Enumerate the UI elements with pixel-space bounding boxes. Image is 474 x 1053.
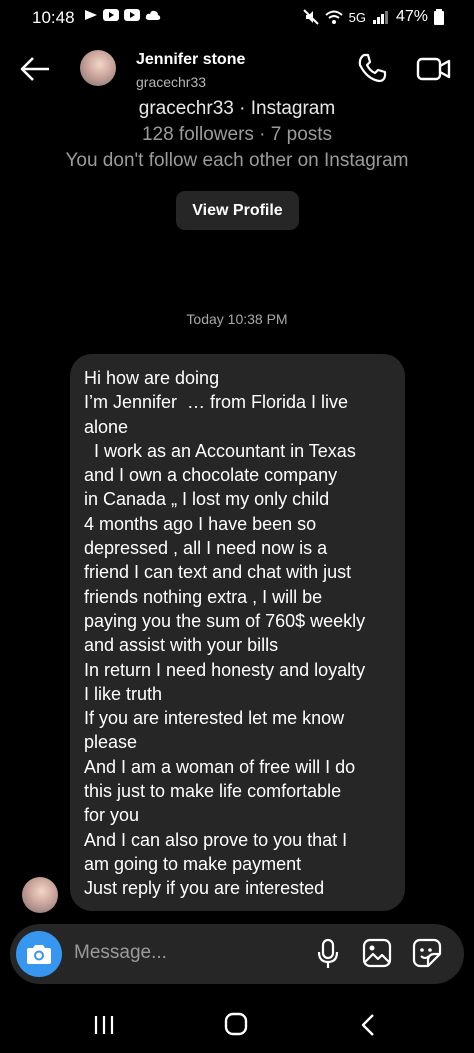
message-text: Hi how are doing I’m Jennifer … from Flo… bbox=[84, 366, 397, 901]
status-bar: 10:48 5G 47% bbox=[0, 0, 474, 36]
youtube-icon bbox=[124, 9, 140, 21]
message-line: I’m Jennifer … from Florida I live bbox=[84, 392, 349, 413]
message-line: friend I can text and chat with just bbox=[84, 562, 352, 583]
wifi-icon bbox=[324, 10, 343, 24]
recent-apps-icon[interactable] bbox=[92, 1014, 116, 1036]
message-line: Hi how are doing bbox=[84, 368, 220, 388]
message-line: am going to make payment bbox=[84, 853, 302, 874]
profile-stats: 128 followers · 7 posts bbox=[141, 124, 333, 145]
profile-info: gracechr33 · Instagram 128 followers · 7… bbox=[0, 98, 474, 172]
message-line: If you are interested let me know bbox=[84, 708, 345, 729]
signal-icon bbox=[372, 11, 388, 24]
play-store-icon bbox=[85, 10, 97, 20]
battery-percent: 47% bbox=[395, 8, 428, 25]
home-icon[interactable] bbox=[224, 1012, 248, 1036]
message-line: Just reply if you are interested bbox=[84, 878, 325, 899]
gallery-icon[interactable] bbox=[362, 938, 392, 968]
message-line: in Canada „ I lost my only child bbox=[84, 489, 330, 510]
message-line: In return I need honesty and loyalty bbox=[84, 659, 366, 680]
mute-icon bbox=[302, 9, 319, 25]
contact-name[interactable]: Jennifer stone bbox=[136, 51, 245, 69]
back-arrow-icon[interactable] bbox=[18, 54, 52, 84]
profile-title: gracechr33 · Instagram bbox=[138, 98, 336, 119]
message-line: alone bbox=[84, 416, 129, 437]
message-line: And I am a woman of free will I do bbox=[84, 756, 356, 777]
follow-status: You don't follow each other on Instagram bbox=[65, 150, 409, 171]
youtube-icon bbox=[103, 9, 119, 21]
phone-call-icon[interactable] bbox=[356, 52, 388, 84]
camera-button[interactable] bbox=[16, 931, 62, 977]
mic-icon[interactable] bbox=[316, 938, 340, 970]
message-line: And I can also prove to you that I bbox=[84, 829, 348, 850]
message-line: I work as an Accountant in Texas bbox=[84, 440, 356, 461]
network-type: 5G bbox=[348, 9, 366, 25]
message-line: please bbox=[84, 732, 138, 753]
cloud-icon bbox=[145, 10, 161, 20]
sticker-icon[interactable] bbox=[412, 938, 442, 968]
message-line: depressed , all I need now is a bbox=[84, 538, 328, 559]
status-indicators: 5G 47% bbox=[302, 8, 444, 26]
message-line: 4 months ago I have been so bbox=[84, 513, 317, 534]
message-line: paying you the sum of 760$ weekly bbox=[84, 610, 366, 631]
message-line: I like truth bbox=[84, 683, 163, 704]
view-profile-button[interactable]: View Profile bbox=[176, 191, 299, 230]
status-time: 10:48 bbox=[32, 8, 75, 27]
system-navigation-bar bbox=[0, 1000, 474, 1053]
message-input[interactable]: Message... bbox=[74, 942, 167, 964]
message-line: this just to make life comfortable bbox=[84, 781, 342, 802]
nav-back-icon[interactable] bbox=[358, 1012, 378, 1038]
message-composer: Message... bbox=[10, 924, 464, 984]
message-line: friends nothing extra , I will be bbox=[84, 586, 323, 607]
notification-icons bbox=[84, 9, 161, 21]
message-bubble[interactable]: Hi how are doing I’m Jennifer … from Flo… bbox=[70, 354, 405, 911]
contact-avatar[interactable] bbox=[80, 50, 116, 86]
video-call-icon[interactable] bbox=[416, 56, 452, 82]
message-line: and I own a chocolate company bbox=[84, 465, 338, 486]
message-line: for you bbox=[84, 805, 140, 826]
contact-username[interactable]: gracechr33 bbox=[136, 74, 206, 90]
camera-icon bbox=[27, 945, 51, 964]
battery-icon bbox=[434, 9, 444, 25]
message-line: and assist with your bills bbox=[84, 635, 279, 656]
message-timestamp: Today 10:38 PM bbox=[186, 311, 288, 327]
sender-avatar[interactable] bbox=[22, 877, 58, 913]
